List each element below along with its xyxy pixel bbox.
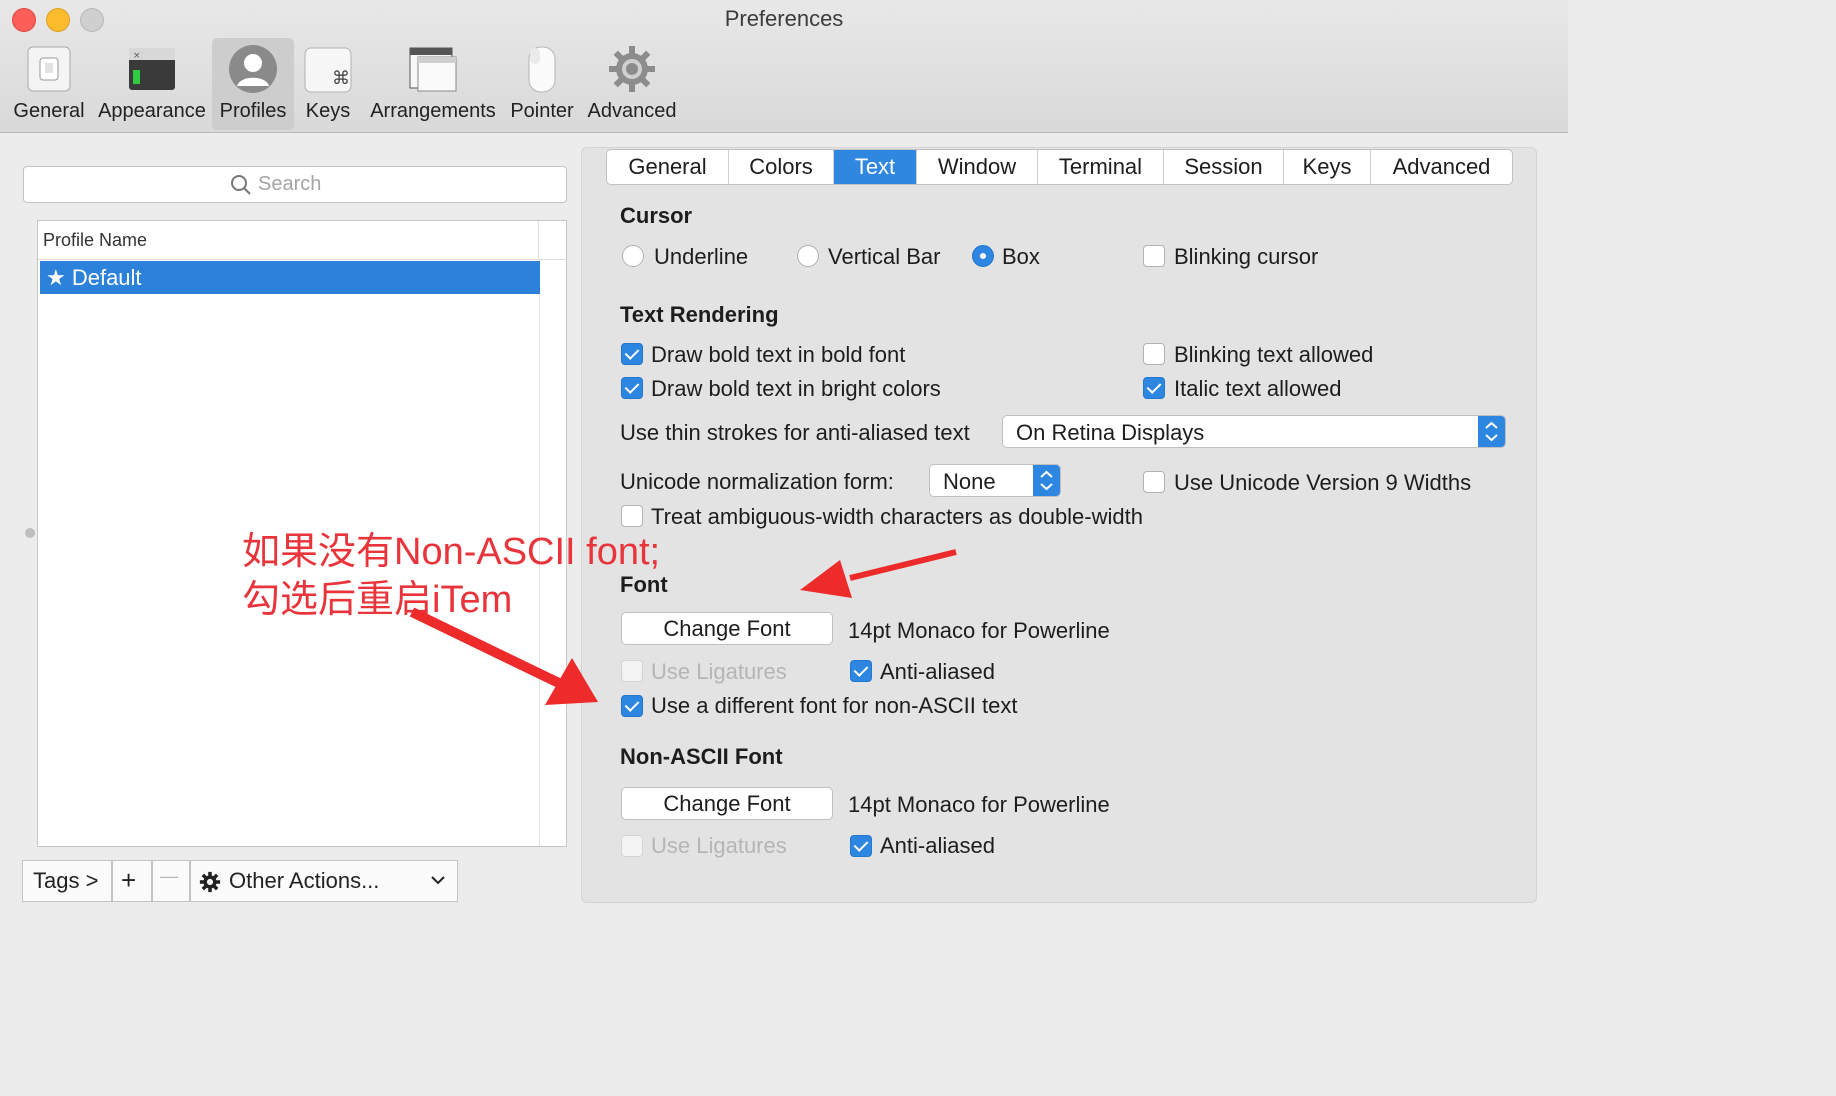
cursor-heading: Cursor <box>620 203 693 228</box>
tab-general[interactable]: General <box>607 150 729 184</box>
non-ascii-font-heading: Non-ASCII Font <box>620 744 783 769</box>
switch-icon <box>24 44 74 94</box>
tags-button[interactable]: Tags > <box>22 860 112 902</box>
ambiguous-width-checkbox[interactable] <box>621 505 643 527</box>
tab-window[interactable]: Window <box>917 150 1038 184</box>
cursor-box-radio[interactable] <box>972 245 994 267</box>
blinking-text-label: Blinking text allowed <box>1174 342 1374 367</box>
popup-stepper-icon <box>1033 465 1060 496</box>
split-view-handle[interactable] <box>25 528 35 538</box>
italic-text-checkbox[interactable] <box>1143 377 1165 399</box>
search-icon <box>231 174 251 195</box>
tab-advanced[interactable]: Advanced <box>1371 150 1512 184</box>
font-name-label: 14pt Monaco for Powerline <box>848 618 1110 643</box>
anti-aliased-checkbox[interactable] <box>850 660 872 682</box>
annotation-text: 如果没有Non-ASCII font; 勾选后重启iTem <box>242 528 660 624</box>
profile-row-label: ★ Default <box>46 265 142 290</box>
annotation-line-1: 如果没有Non-ASCII font; <box>242 531 661 573</box>
anti-aliased-label: Anti-aliased <box>880 659 995 684</box>
ambiguous-width-label: Treat ambiguous-width characters as doub… <box>651 504 1143 529</box>
tab-terminal[interactable]: Terminal <box>1038 150 1164 184</box>
toolbar-pointer[interactable]: Pointer <box>506 38 578 130</box>
tab-session[interactable]: Session <box>1164 150 1284 184</box>
cursor-vertical-bar-radio[interactable] <box>797 245 819 267</box>
profile-search-field[interactable]: Search <box>23 166 567 203</box>
gear-icon <box>199 871 221 893</box>
bold-bright-label: Draw bold text in bright colors <box>651 376 941 401</box>
non-ascii-use-ligatures-label: Use Ligatures <box>651 833 787 858</box>
toolbar-profiles[interactable]: Profiles <box>212 38 294 130</box>
terminal-window-icon: × <box>127 44 177 94</box>
thin-strokes-label: Use thin strokes for anti-aliased text <box>620 420 970 445</box>
add-profile-button[interactable]: + <box>112 860 152 902</box>
popup-stepper-icon <box>1478 416 1505 447</box>
window-title: Preferences <box>724 6 844 31</box>
mouse-icon <box>517 44 567 94</box>
svg-text:⌘: ⌘ <box>332 68 350 89</box>
bold-font-checkbox[interactable] <box>621 343 643 365</box>
use-ligatures-label: Use Ligatures <box>651 659 787 684</box>
unicode-v9-label: Use Unicode Version 9 Widths <box>1174 470 1472 495</box>
bold-bright-checkbox[interactable] <box>621 377 643 399</box>
column-header-profile-name: Profile Name <box>43 230 148 250</box>
use-ligatures-checkbox[interactable] <box>621 660 643 682</box>
tab-colors[interactable]: Colors <box>729 150 834 184</box>
user-silhouette-icon <box>228 44 278 94</box>
non-ascii-use-ligatures-checkbox[interactable] <box>621 835 643 857</box>
non-ascii-font-name-label: 14pt Monaco for Powerline <box>848 792 1110 817</box>
cursor-vertical-bar-label: Vertical Bar <box>828 244 941 269</box>
italic-text-label: Italic text allowed <box>1174 376 1342 401</box>
windows-stack-icon <box>408 44 458 94</box>
unicode-v9-checkbox[interactable] <box>1143 471 1165 493</box>
other-actions-menu[interactable]: Other Actions... <box>190 860 458 902</box>
annotation-line-2: 勾选后重启iTem <box>242 579 513 621</box>
window-toolbar: Preferences General × Appearance Profile… <box>0 0 1568 133</box>
svg-text:×: × <box>133 51 141 61</box>
change-non-ascii-font-button[interactable]: Change Font <box>621 787 833 820</box>
toolbar-advanced[interactable]: Advanced <box>586 38 678 130</box>
blinking-cursor-checkbox[interactable] <box>1143 245 1165 267</box>
toolbar-general[interactable]: General <box>10 38 88 130</box>
toolbar-arrangements[interactable]: Arrangements <box>368 38 498 130</box>
chevron-down-icon <box>431 876 445 885</box>
search-placeholder: Search <box>258 173 322 195</box>
text-rendering-heading: Text Rendering <box>620 302 779 327</box>
profile-row-default[interactable]: ★ Default <box>40 261 540 294</box>
unicode-normalization-popup[interactable]: None <box>929 464 1061 497</box>
profile-list-header[interactable]: Profile Name <box>38 221 566 260</box>
blinking-cursor-label: Blinking cursor <box>1174 244 1319 269</box>
toolbar-appearance[interactable]: × Appearance <box>96 38 208 130</box>
cursor-box-label: Box <box>1002 244 1040 269</box>
non-ascii-anti-aliased-label: Anti-aliased <box>880 833 995 858</box>
thin-strokes-popup[interactable]: On Retina Displays <box>1002 415 1506 448</box>
tab-text[interactable]: Text <box>834 150 917 184</box>
cursor-underline-label: Underline <box>654 244 749 269</box>
non-ascii-anti-aliased-checkbox[interactable] <box>850 835 872 857</box>
remove-profile-button[interactable]: — <box>152 860 190 902</box>
profile-tabs: General Colors Text Window Terminal Sess… <box>606 149 1513 185</box>
non-ascii-font-checkbox[interactable] <box>621 695 643 717</box>
tab-keys[interactable]: Keys <box>1284 150 1371 184</box>
non-ascii-font-label: Use a different font for non-ASCII text <box>651 693 1018 718</box>
blinking-text-checkbox[interactable] <box>1143 343 1165 365</box>
cursor-underline-radio[interactable] <box>622 245 644 267</box>
gear-icon <box>607 44 657 94</box>
toolbar-keys[interactable]: ⌘ Keys <box>298 38 358 130</box>
command-key-icon: ⌘ <box>303 44 353 94</box>
bold-font-label: Draw bold text in bold font <box>651 342 906 367</box>
unicode-normalization-label: Unicode normalization form: <box>620 469 894 494</box>
